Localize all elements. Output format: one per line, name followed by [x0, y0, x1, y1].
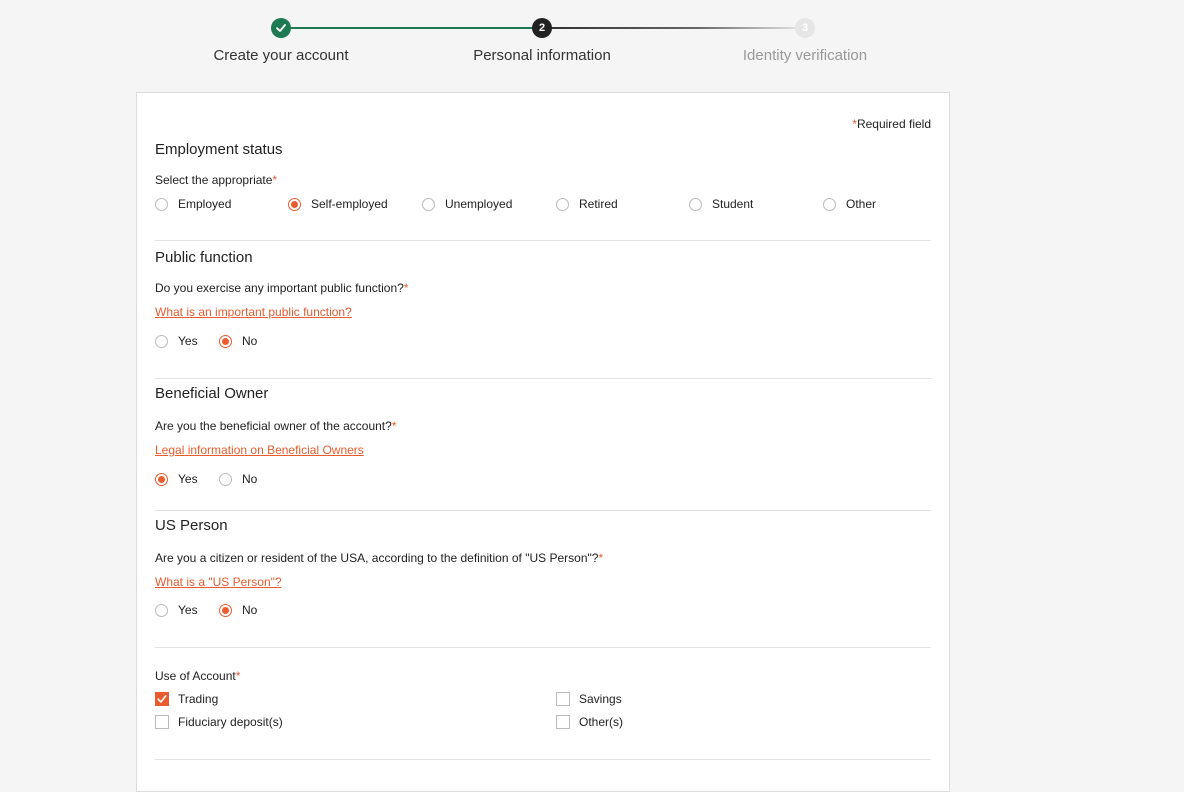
- us-person-title: US Person: [155, 517, 228, 534]
- required-field-note: *Required field: [852, 117, 931, 131]
- section-divider: [155, 510, 931, 511]
- radio-beneficial-owner-yes[interactable]: [155, 472, 168, 486]
- checkmark-icon: [157, 695, 167, 703]
- step-2-number: 2: [532, 18, 552, 38]
- employment-status-title: Employment status: [155, 141, 283, 158]
- step-2-label: Personal information: [473, 47, 611, 64]
- radio-public-function-no[interactable]: [219, 334, 232, 348]
- section-divider: [155, 240, 931, 241]
- radio-self-employed[interactable]: [288, 197, 301, 211]
- section-divider: [155, 759, 931, 760]
- employment-option-unemployed[interactable]: Unemployed: [422, 197, 512, 211]
- public-function-option-yes[interactable]: Yes: [155, 334, 198, 348]
- checkbox-savings[interactable]: [556, 692, 570, 706]
- public-function-info-link[interactable]: What is an important public function?: [155, 305, 352, 319]
- beneficial-owner-option-no[interactable]: No: [219, 472, 257, 486]
- employment-option-student[interactable]: Student: [689, 197, 753, 211]
- section-divider: [155, 378, 931, 379]
- beneficial-owner-title: Beneficial Owner: [155, 385, 269, 402]
- beneficial-owner-question: Are you the beneficial owner of the acco…: [155, 419, 397, 433]
- public-function-question: Do you exercise any important public fun…: [155, 281, 409, 295]
- step-3-label: Identity verification: [742, 47, 868, 64]
- use-of-account-option-savings[interactable]: Savings: [556, 692, 622, 706]
- radio-student[interactable]: [689, 197, 702, 211]
- use-of-account-question: Use of Account*: [155, 669, 241, 683]
- employment-question: Select the appropriate*: [155, 173, 278, 187]
- radio-other[interactable]: [823, 197, 836, 211]
- use-of-account-option-fiduciary[interactable]: Fiduciary deposit(s): [155, 715, 283, 729]
- us-person-info-link[interactable]: What is a "US Person"?: [155, 575, 282, 589]
- use-of-account-option-others[interactable]: Other(s): [556, 715, 623, 729]
- radio-unemployed[interactable]: [422, 197, 435, 211]
- us-person-question: Are you a citizen or resident of the USA…: [155, 551, 604, 565]
- progress-stepper: 2 3 Create your account Personal informa…: [0, 0, 1184, 80]
- checkbox-others[interactable]: [556, 715, 570, 729]
- employment-option-other[interactable]: Other: [823, 197, 876, 211]
- step-1-check-icon: [271, 18, 291, 38]
- employment-option-self-employed[interactable]: Self-employed: [288, 197, 388, 211]
- public-function-title: Public function: [155, 249, 253, 266]
- step-connector-1: [290, 27, 533, 29]
- step-1-label: Create your account: [213, 47, 349, 64]
- beneficial-owner-info-link[interactable]: Legal information on Beneficial Owners: [155, 443, 364, 457]
- radio-public-function-yes[interactable]: [155, 334, 168, 348]
- personal-info-form: *Required field Employment status Select…: [136, 92, 950, 792]
- employment-option-retired[interactable]: Retired: [556, 197, 618, 211]
- us-person-option-yes[interactable]: Yes: [155, 603, 198, 617]
- step-connector-2: [551, 27, 795, 29]
- checkbox-trading[interactable]: [155, 692, 169, 706]
- public-function-option-no[interactable]: No: [219, 334, 257, 348]
- checkbox-fiduciary-deposits[interactable]: [155, 715, 169, 729]
- radio-beneficial-owner-no[interactable]: [219, 472, 232, 486]
- us-person-option-no[interactable]: No: [219, 603, 257, 617]
- radio-us-person-no[interactable]: [219, 603, 232, 617]
- use-of-account-option-trading[interactable]: Trading: [155, 692, 218, 706]
- radio-employed[interactable]: [155, 197, 168, 211]
- radio-retired[interactable]: [556, 197, 569, 211]
- employment-option-employed[interactable]: Employed: [155, 197, 231, 211]
- section-divider: [155, 647, 931, 648]
- step-3-number: 3: [795, 18, 815, 38]
- beneficial-owner-option-yes[interactable]: Yes: [155, 472, 198, 486]
- radio-us-person-yes[interactable]: [155, 603, 168, 617]
